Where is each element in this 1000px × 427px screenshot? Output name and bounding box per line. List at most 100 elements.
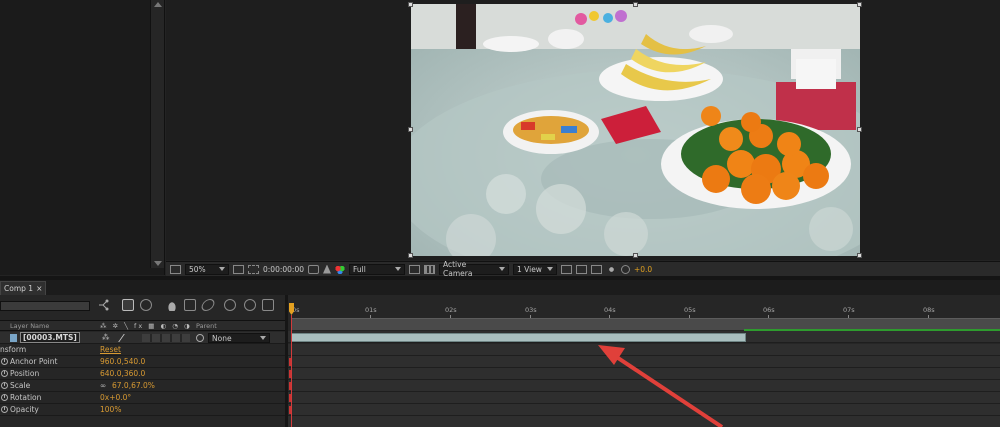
frame-handle-bm[interactable]	[633, 253, 638, 258]
transform-group-row[interactable]: nsform Reset	[0, 344, 287, 356]
show-snapshot-icon[interactable]	[322, 264, 331, 274]
property-row-anchor-point[interactable]: Anchor Point 960.0,540.0	[0, 356, 287, 368]
safe-margins-icon[interactable]	[233, 264, 244, 274]
fast-preview-render-icon[interactable]	[575, 264, 587, 274]
channel-rgb-icon[interactable]	[334, 264, 345, 274]
property-value[interactable]: 0x+0.0°	[100, 393, 131, 402]
layer-duration-bar[interactable]	[291, 333, 746, 342]
property-name: Scale	[10, 381, 31, 390]
track-row[interactable]	[288, 404, 1000, 416]
quality-line-icon[interactable]	[118, 334, 132, 342]
ruler-label: 02s	[445, 306, 457, 314]
graph-editor-icon[interactable]	[262, 299, 274, 311]
layer-name-header[interactable]: Layer Name	[10, 322, 49, 330]
layer-name[interactable]: [00003.MTS]	[20, 332, 80, 343]
composition-mini-flowchart-icon[interactable]	[98, 299, 110, 311]
chevron-down-icon	[498, 267, 505, 271]
frame-blending-icon[interactable]	[184, 299, 196, 311]
ruler-label: 06s	[763, 306, 775, 314]
layer-column-header: Layer Name ⁂ ✲ ╲ fx ▦ ◐ ◔ ◑ Parent	[0, 320, 287, 331]
scroll-down-icon[interactable]	[154, 261, 162, 266]
view-layout-dropdown[interactable]: 1 View	[512, 263, 557, 275]
property-value[interactable]: 67.0,67.0%	[112, 381, 155, 390]
property-name: Rotation	[10, 393, 42, 402]
always-preview-icon[interactable]	[170, 264, 181, 274]
switches-boxes[interactable]	[142, 334, 190, 342]
auto-keyframe-icon[interactable]	[244, 299, 256, 311]
track-row[interactable]	[288, 380, 1000, 392]
property-value[interactable]: 640.0,360.0	[100, 369, 145, 378]
track-row[interactable]	[288, 392, 1000, 404]
region-of-interest-icon[interactable]	[248, 264, 259, 274]
track-row[interactable]	[288, 356, 1000, 368]
track-row[interactable]	[288, 344, 1000, 356]
project-scrollbar[interactable]	[150, 0, 164, 268]
constrain-proportions-icon[interactable]: ∞	[100, 381, 106, 390]
property-value[interactable]: 960.0,540.0	[100, 357, 145, 366]
zoom-value: 50%	[189, 264, 206, 274]
motion-blur-icon[interactable]	[199, 299, 217, 311]
parent-value: None	[212, 333, 232, 343]
stopwatch-icon[interactable]	[1, 382, 8, 389]
video-preview-frame[interactable]	[411, 4, 860, 256]
toggle-pixel-aspect-icon[interactable]	[560, 264, 572, 274]
stopwatch-icon[interactable]	[1, 370, 8, 377]
property-value[interactable]: 100%	[100, 405, 121, 414]
frame-handle-ml[interactable]	[408, 127, 413, 132]
track-row[interactable]	[288, 368, 1000, 380]
property-row-position[interactable]: Position 640.0,360.0	[0, 368, 287, 380]
pick-whip-icon[interactable]	[196, 334, 204, 342]
live-update-icon[interactable]	[122, 299, 134, 311]
frame-handle-br[interactable]	[857, 253, 862, 258]
timeline-icon[interactable]	[590, 264, 602, 274]
camera-dropdown[interactable]: Active Camera	[438, 260, 509, 278]
ruler-label: 03s	[525, 306, 537, 314]
camera-snapshot-icon[interactable]	[307, 264, 319, 274]
timeline-tab-bar: Comp 1 ×	[0, 280, 1000, 295]
draft-3d-icon[interactable]	[140, 299, 152, 311]
layer-row[interactable]: [00003.MTS] ⁂ None	[0, 332, 287, 344]
stopwatch-icon[interactable]	[1, 406, 8, 413]
frame-handle-tl[interactable]	[408, 2, 413, 7]
close-icon[interactable]: ×	[36, 284, 42, 293]
track-row[interactable]	[288, 416, 1000, 427]
frame-handle-mr[interactable]	[857, 127, 862, 132]
track-area	[288, 331, 1000, 427]
property-row-scale[interactable]: Scale ∞ 67.0,67.0%	[0, 380, 287, 392]
transform-reset-link[interactable]: Reset	[100, 345, 121, 354]
search-input[interactable]	[0, 301, 90, 311]
comp-flowchart-icon[interactable]	[605, 264, 617, 274]
property-name: Opacity	[10, 405, 39, 414]
playhead-line	[291, 315, 292, 427]
frame-handle-tm[interactable]	[633, 2, 638, 7]
frame-handle-bl[interactable]	[408, 253, 413, 258]
ruler-label: 01s	[365, 306, 377, 314]
current-time[interactable]: 0:00:00:00	[263, 265, 304, 274]
stopwatch-icon[interactable]	[1, 394, 8, 401]
zoom-dropdown[interactable]: 50%	[185, 263, 229, 275]
reset-exposure-icon[interactable]	[620, 264, 630, 274]
resolution-dropdown[interactable]: Full	[348, 263, 405, 275]
chevron-down-icon	[219, 267, 225, 271]
hide-shy-layers-icon[interactable]	[166, 299, 178, 311]
quality-switch-icon[interactable]: ⁂	[102, 333, 110, 342]
parent-dropdown[interactable]: None	[208, 333, 270, 343]
parent-header[interactable]: Parent	[196, 322, 217, 330]
tab-comp-1[interactable]: Comp 1 ×	[0, 281, 47, 295]
frame-handle-tr[interactable]	[857, 2, 862, 7]
property-row-rotation[interactable]: Rotation 0x+0.0°	[0, 392, 287, 404]
fast-previews-icon[interactable]	[408, 264, 420, 274]
stopwatch-icon[interactable]	[1, 358, 8, 365]
project-panel	[0, 0, 165, 275]
timeline-search-row	[0, 297, 287, 319]
resolution-value: Full	[352, 264, 366, 274]
ruler-label: 05s	[684, 306, 696, 314]
transparency-grid-icon[interactable]	[423, 264, 435, 274]
property-name: Position	[10, 369, 40, 378]
property-row-opacity[interactable]: Opacity 100%	[0, 404, 287, 416]
brainstorm-icon[interactable]	[224, 299, 236, 311]
scroll-up-icon[interactable]	[154, 2, 162, 7]
exposure-value[interactable]: +0.0	[634, 265, 652, 274]
ruler-label: 08s	[923, 306, 935, 314]
property-name: Anchor Point	[10, 357, 58, 366]
